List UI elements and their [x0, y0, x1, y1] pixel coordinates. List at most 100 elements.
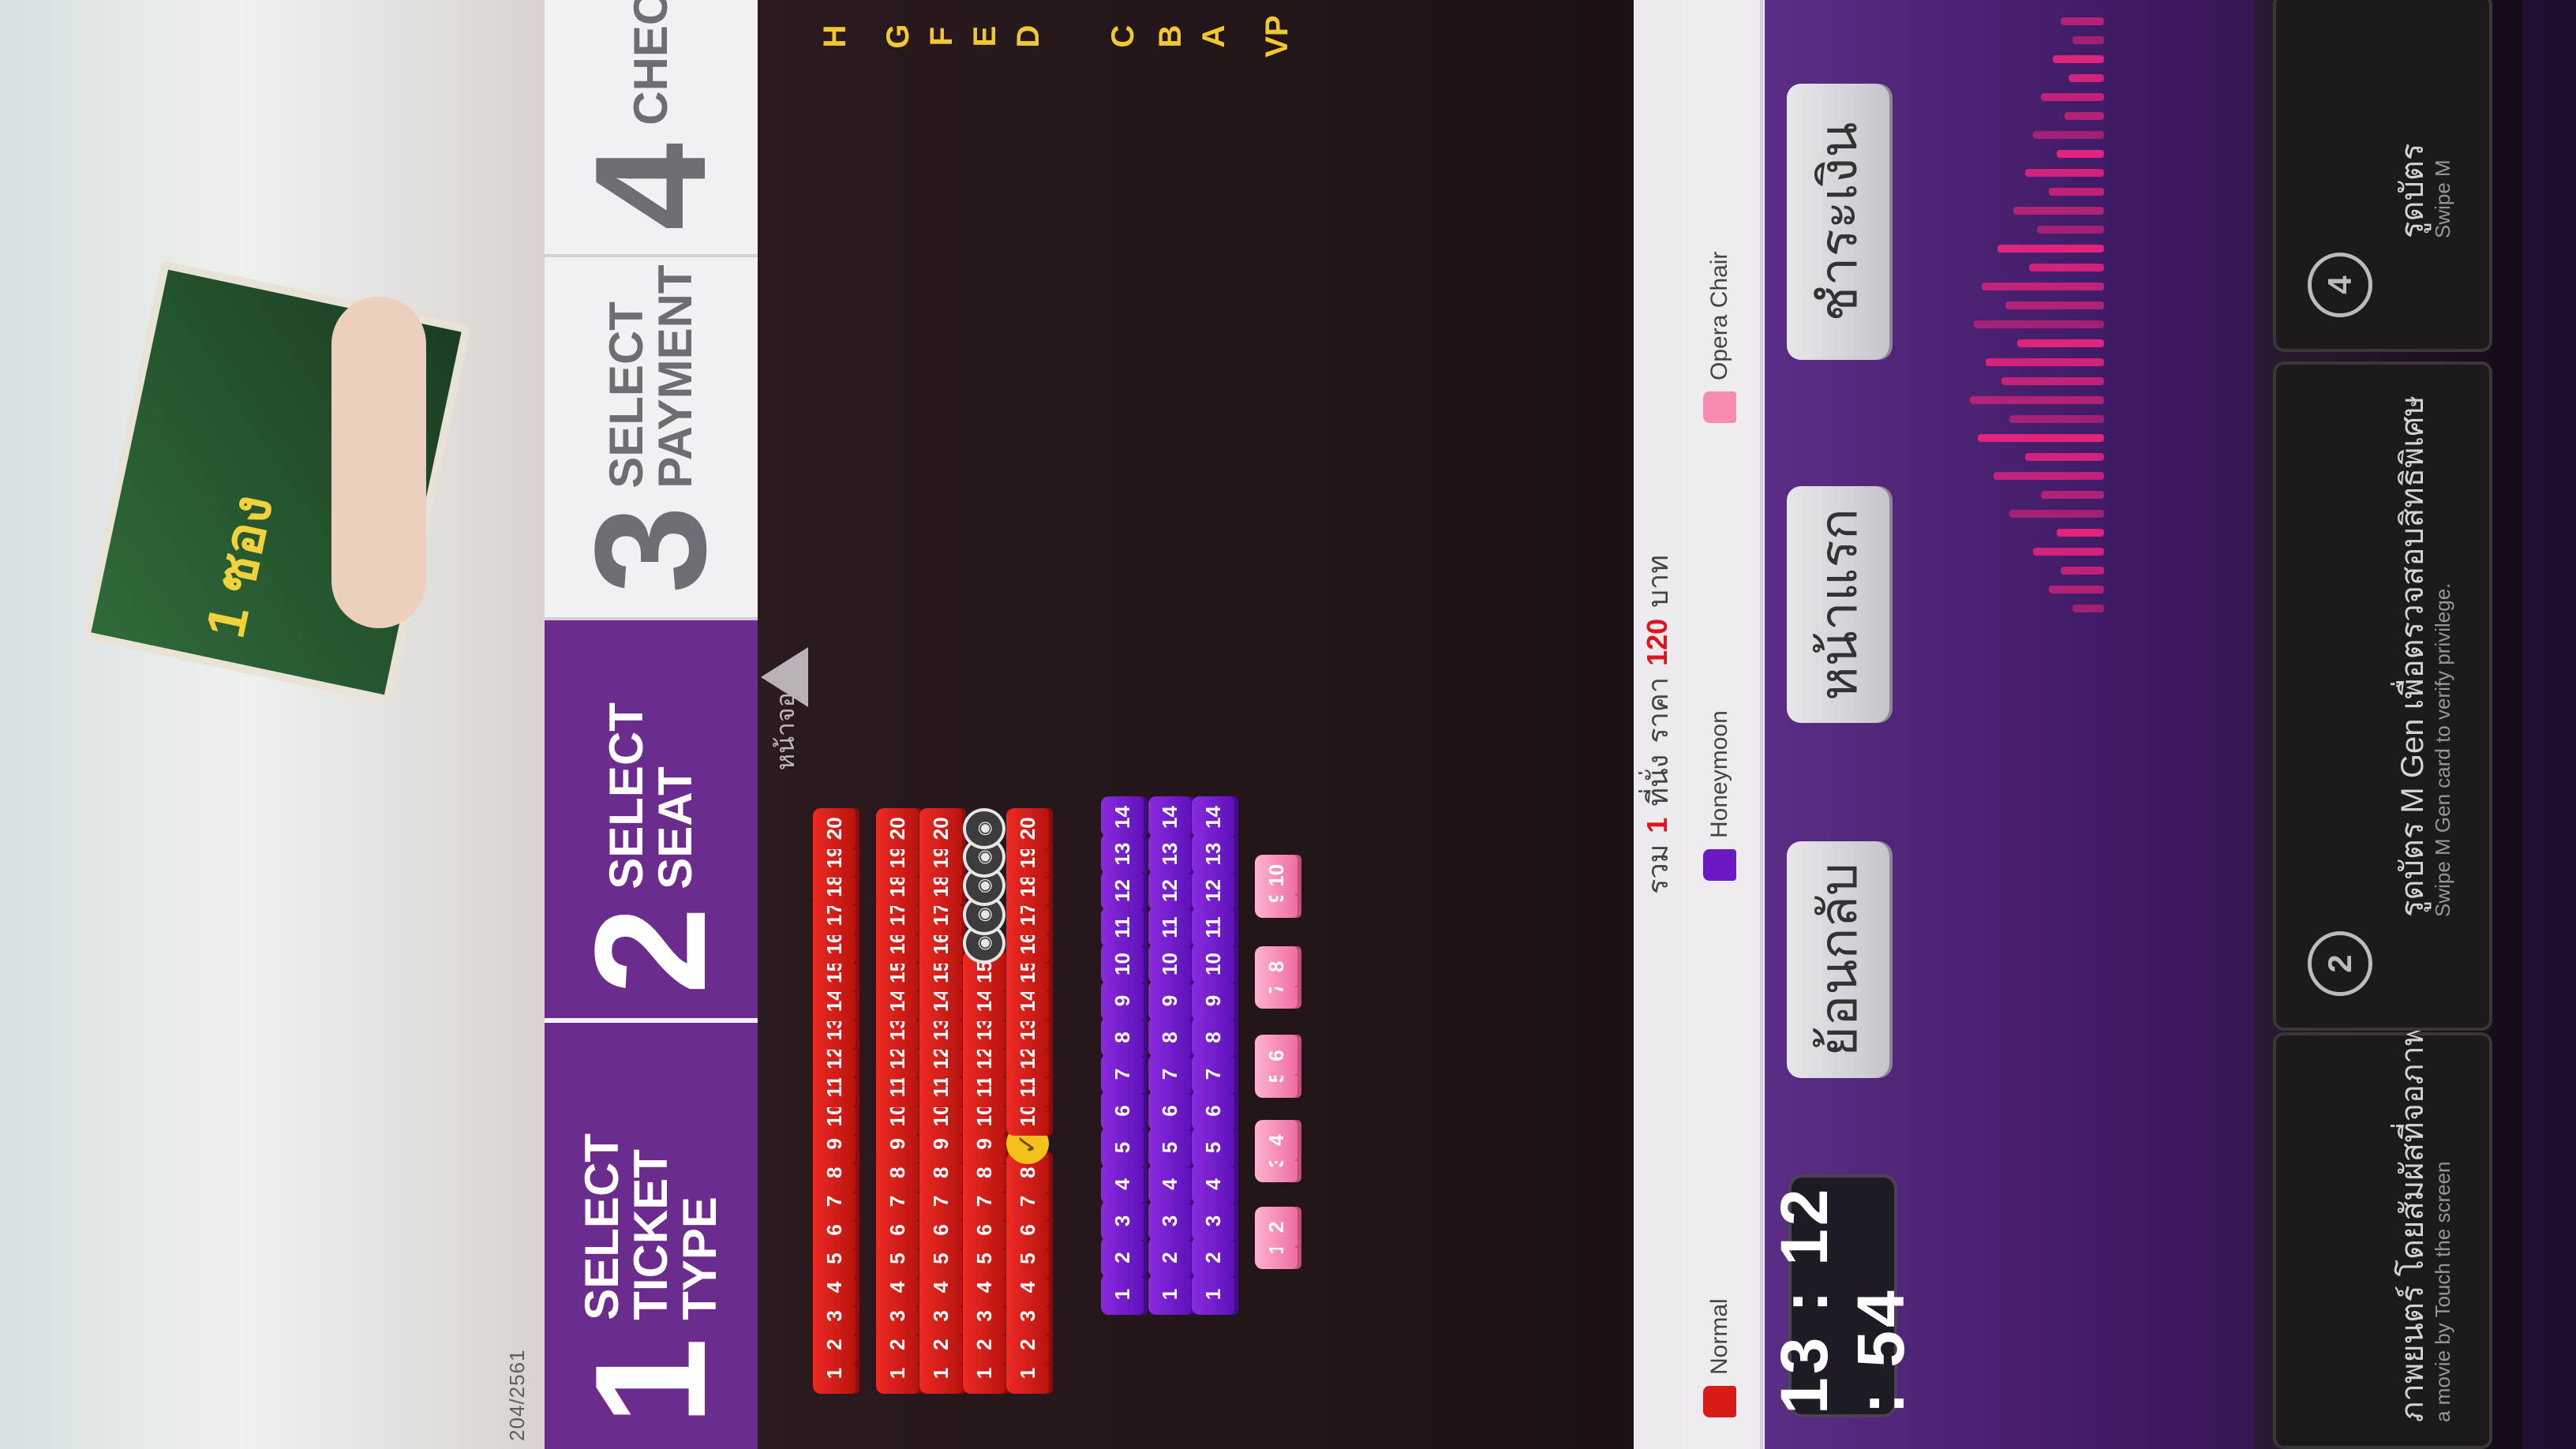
equalizer-bar — [2013, 207, 2104, 215]
instruction-title: ภาพยนตร์ โดยสัมผัสที่จอภาพ — [2395, 1024, 2430, 1422]
step-circle-icon: 2 — [2308, 931, 2372, 996]
row-label: VP — [1260, 15, 1294, 58]
seat-C-12[interactable]: 12 — [1101, 870, 1144, 912]
seat-B-11[interactable]: 11 — [1148, 907, 1191, 948]
seat-A-9[interactable]: 9 — [1192, 980, 1234, 1021]
seat-C-10[interactable]: 10 — [1101, 943, 1144, 985]
seat-A-12[interactable]: 12 — [1192, 870, 1234, 912]
kiosk-footer-panel: ภาพยนตร์ โดยสัมผัสที่จอภาพ a movie by To… — [2254, 0, 2522, 1449]
seat-H-20[interactable]: 20 — [813, 807, 856, 849]
seat-B-14[interactable]: 14 — [1148, 796, 1191, 838]
instruction-subtitle: a movie by Touch the screen — [2431, 1161, 2454, 1422]
seat-A-2[interactable]: 2 — [1192, 1237, 1234, 1279]
equalizer-bar — [2037, 226, 2104, 234]
seat-D-20[interactable]: 20 — [1006, 807, 1049, 849]
legend-label: Honeymoon — [1706, 710, 1732, 838]
seat-B-4[interactable]: 4 — [1148, 1163, 1191, 1205]
equalizer-bar — [2072, 605, 2104, 612]
seat-A-3[interactable]: 3 — [1192, 1200, 1234, 1241]
seat-C-8[interactable]: 8 — [1101, 1017, 1144, 1058]
seat-C-1[interactable]: 1 — [1101, 1274, 1144, 1315]
seat-A-5[interactable]: 5 — [1192, 1127, 1234, 1168]
pay-button[interactable]: ชำระเงิน — [1787, 84, 1889, 360]
legend-opera-chair: Opera Chair — [1703, 252, 1736, 423]
row-label: E — [968, 25, 1002, 47]
seat-B-12[interactable]: 12 — [1148, 870, 1191, 912]
equalizer-bar — [2009, 510, 2104, 518]
equalizer-bar — [2029, 264, 2104, 271]
seat-A-14[interactable]: 14 — [1192, 796, 1234, 838]
seat-B-3[interactable]: 3 — [1148, 1200, 1191, 1241]
step-label: SELECT PAYMENT — [600, 264, 702, 489]
seat-A-1[interactable]: 1 — [1192, 1274, 1234, 1315]
home-button[interactable]: หน้าแรก — [1787, 486, 1889, 723]
equalizer-bar — [2033, 548, 2104, 556]
booking-steps: 1 SELECT TICKET TYPE 2 SELECT SEAT 3 SELE… — [545, 0, 762, 1449]
legend-honeymoon: Honeymoon — [1703, 710, 1736, 881]
seat-B-8[interactable]: 8 — [1148, 1017, 1191, 1058]
seat-B-10[interactable]: 10 — [1148, 943, 1191, 985]
seat-G-20[interactable]: 20 — [876, 807, 919, 849]
seat-B-9[interactable]: 9 — [1148, 980, 1191, 1021]
equalizer-bar — [2025, 169, 2104, 177]
seat-A-11[interactable]: 11 — [1192, 907, 1234, 948]
back-button[interactable]: ย้อนกลับ — [1787, 841, 1889, 1078]
kiosk-screen: 1 ซอง 204/2561 1 SELECT TICKET TYPE 2 SEL… — [0, 0, 2576, 1449]
step-label: SELECT TICKET TYPE — [575, 1133, 726, 1320]
seat-B-5[interactable]: 5 — [1148, 1127, 1191, 1168]
seat-A-4[interactable]: 4 — [1192, 1163, 1234, 1205]
cinema-screen-marker: หน้าจอ — [758, 549, 821, 818]
seat-A-10[interactable]: 10 — [1192, 943, 1234, 985]
seat-B-6[interactable]: 6 — [1148, 1090, 1191, 1132]
summary-seat-word: ที่นั่ง — [1641, 754, 1674, 807]
legend-label: Opera Chair — [1706, 251, 1732, 380]
equalizer-bar — [2025, 453, 2104, 461]
step-select-ticket-type: 1 SELECT TICKET TYPE — [545, 1023, 758, 1449]
summary-price-word: ราคา — [1641, 676, 1674, 743]
row-label: C — [1106, 24, 1140, 48]
seat-C-3[interactable]: 3 — [1101, 1200, 1144, 1241]
seat-A-6[interactable]: 6 — [1192, 1090, 1234, 1132]
instruction-title: รูดบัตร — [2395, 143, 2430, 238]
row-label: H — [818, 24, 852, 48]
seat-A-7[interactable]: 7 — [1192, 1054, 1234, 1095]
seat-E-20-taken[interactable]: ◉ — [963, 807, 1005, 849]
seat-map: หน้าจอ H 1 2 3 4 5 6 7 8 9 10 11 12 13 14 15 16 17 18 19 20 G… — [758, 0, 1634, 1449]
seat-legend: Normal Honeymoon Opera Chair — [1681, 0, 1763, 1449]
seat-B-7[interactable]: 7 — [1148, 1054, 1191, 1095]
seat-VP-2[interactable]: 2 — [1255, 1206, 1297, 1248]
equalizer-bar — [2041, 491, 2104, 499]
seat-C-6[interactable]: 6 — [1101, 1090, 1144, 1132]
seat-C-13[interactable]: 13 — [1101, 833, 1144, 874]
countdown-timer: 13 : 12 : 54 — [1767, 1174, 1918, 1417]
equalizer-bar — [1978, 434, 2104, 442]
ad-product-text: 1 ซอง — [193, 489, 284, 643]
seat-VP-4[interactable]: 4 — [1255, 1119, 1297, 1161]
seat-VP-8[interactable]: 8 — [1255, 945, 1297, 987]
seat-C-5[interactable]: 5 — [1101, 1127, 1144, 1168]
seat-VP-10[interactable]: 10 — [1255, 855, 1297, 897]
equalizer-bar — [2069, 74, 2104, 82]
seat-A-8[interactable]: 8 — [1192, 1017, 1234, 1058]
seat-B-13[interactable]: 13 — [1148, 833, 1191, 874]
equalizer-bar — [2041, 93, 2104, 101]
seat-C-9[interactable]: 9 — [1101, 980, 1144, 1021]
date-code: 204/2561 — [505, 1349, 529, 1441]
seat-C-4[interactable]: 4 — [1101, 1163, 1144, 1205]
equalizer-bar — [2072, 36, 2104, 44]
seat-C-2[interactable]: 2 — [1101, 1237, 1144, 1279]
seat-F-20[interactable]: 20 — [919, 807, 962, 849]
row-label: G — [881, 24, 915, 49]
honeymoon-seat-icon — [1703, 849, 1736, 881]
equalizer-bar — [2033, 131, 2104, 139]
seat-VP-6[interactable]: 6 — [1255, 1035, 1297, 1076]
row-label: D — [1011, 24, 1046, 48]
seat-C-7[interactable]: 7 — [1101, 1054, 1144, 1095]
seat-B-2[interactable]: 2 — [1148, 1237, 1191, 1279]
equalizer-bar — [2001, 377, 2104, 385]
seat-C-11[interactable]: 11 — [1101, 907, 1144, 948]
ad-hand-image — [331, 297, 426, 628]
seat-B-1[interactable]: 1 — [1148, 1274, 1191, 1315]
seat-C-14[interactable]: 14 — [1101, 796, 1144, 838]
seat-A-13[interactable]: 13 — [1192, 833, 1234, 874]
